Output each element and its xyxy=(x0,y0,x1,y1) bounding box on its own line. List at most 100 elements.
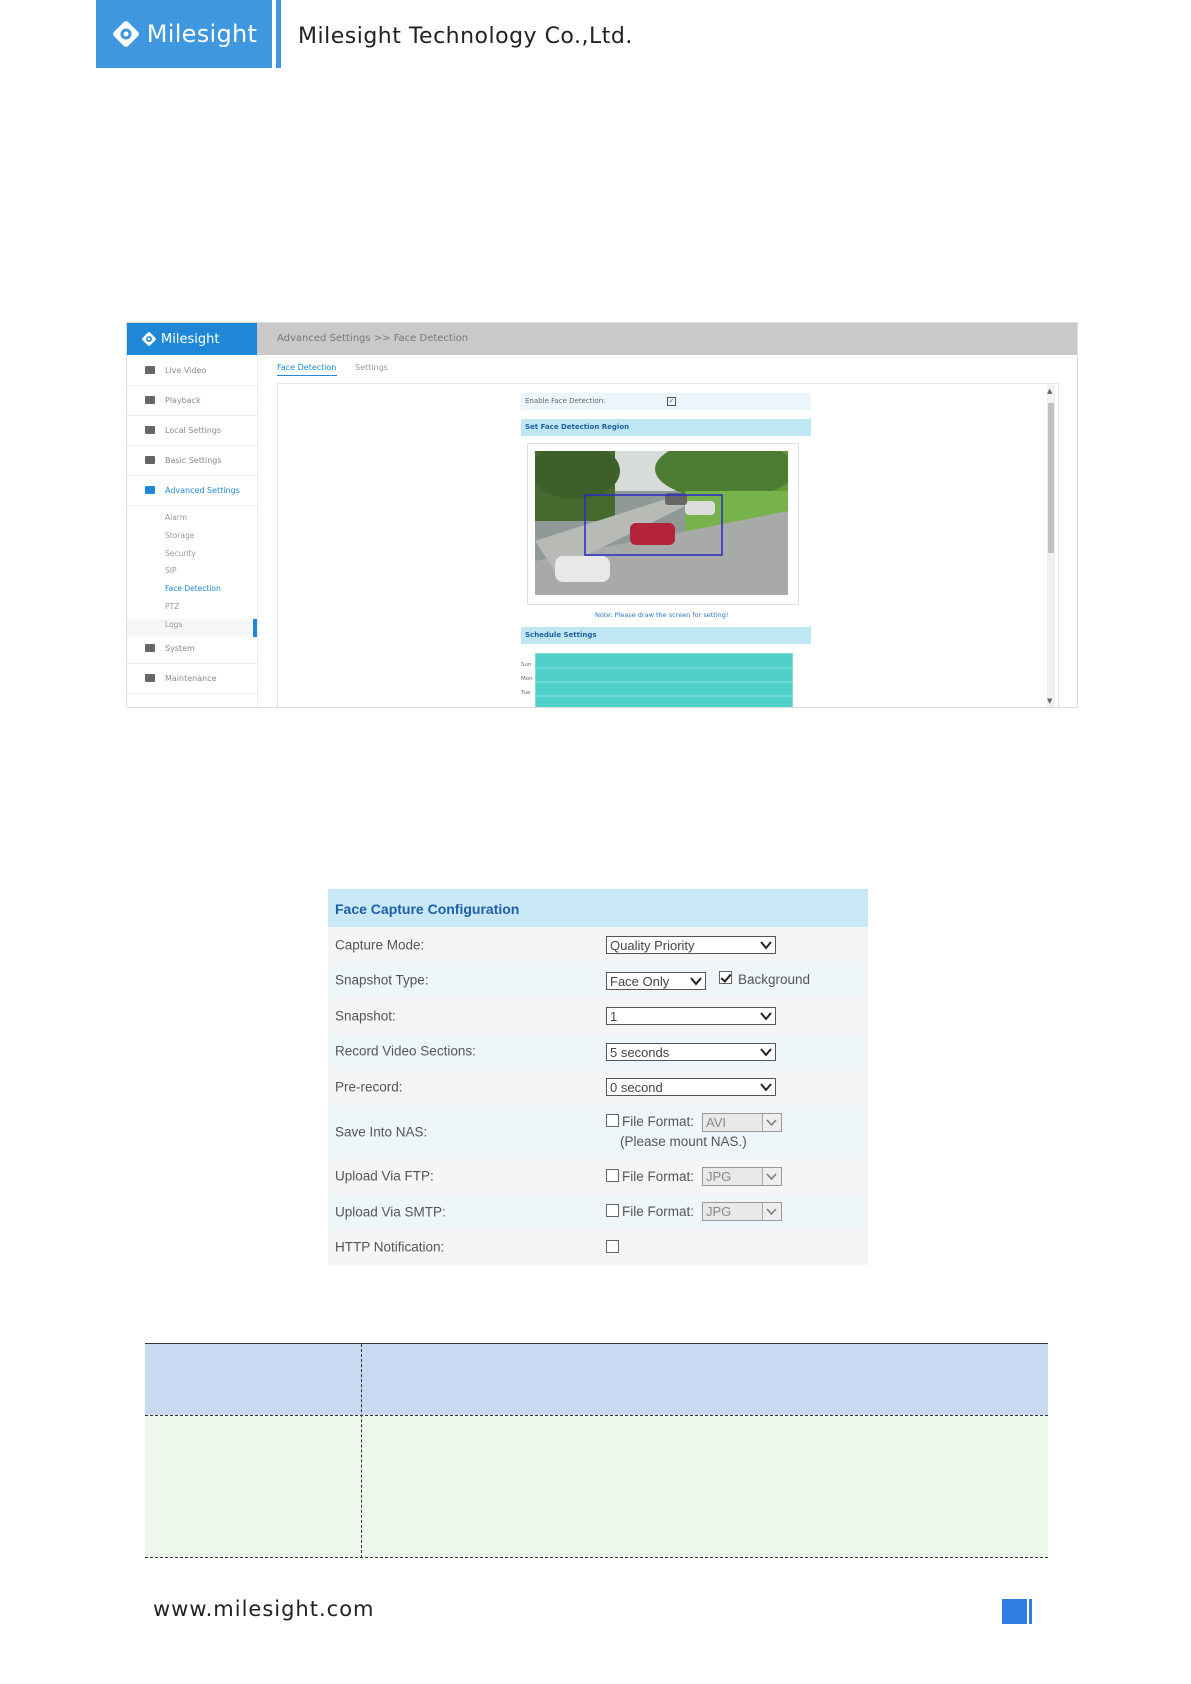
table-header-row xyxy=(145,1343,1048,1416)
parking-lot-scene xyxy=(535,451,788,595)
upload-ftp-format-select[interactable]: JPG xyxy=(702,1166,782,1186)
face-detection-screenshot: Milesight Advanced Settings >> Face Dete… xyxy=(126,322,1078,708)
capture-mode-label: Capture Mode: xyxy=(335,937,425,953)
chevron-down-icon xyxy=(766,1118,777,1126)
capture-mode-row: Capture Mode: Quality Priority xyxy=(328,927,868,963)
sidebar-item-advanced-settings[interactable]: Advanced Settings xyxy=(127,475,257,506)
day-label-tue: Tue xyxy=(521,690,531,696)
save-nas-checkbox[interactable] xyxy=(606,1113,619,1127)
app-logo-text: Milesight xyxy=(161,331,220,347)
sidebar-sub-ptz[interactable]: PTZ xyxy=(165,602,179,611)
save-nas-label: Save Into NAS: xyxy=(335,1124,428,1139)
gear-icon xyxy=(145,456,155,464)
table-bottom-border xyxy=(145,1557,1048,1558)
header-logo: Milesight xyxy=(96,0,272,68)
record-sections-row: Record Video Sections: 5 seconds xyxy=(328,1033,868,1069)
table-body-row xyxy=(145,1415,1048,1558)
header-divider xyxy=(276,0,281,68)
upload-ftp-format-label: File Format: xyxy=(622,1168,695,1184)
sidebar-item-system[interactable]: System xyxy=(127,633,257,664)
chevron-down-icon xyxy=(760,941,772,950)
scroll-up-icon[interactable]: ▲ xyxy=(1047,387,1052,395)
background-checkbox[interactable] xyxy=(719,970,732,984)
save-nas-format-select[interactable]: AVI xyxy=(702,1112,782,1132)
save-nas-hint: (Please mount NAS.) xyxy=(620,1133,747,1149)
sidebar-item-local-settings[interactable]: Local Settings xyxy=(127,415,257,446)
scrollbar-thumb[interactable] xyxy=(1048,403,1054,553)
sidebar-sub-alarm[interactable]: Alarm xyxy=(165,513,187,522)
sidebar-item-playback[interactable]: Playback xyxy=(127,385,257,416)
header-logo-text: Milesight xyxy=(146,20,258,48)
http-notification-row: HTTP Notification: xyxy=(328,1229,868,1265)
table-divider xyxy=(145,1415,1048,1416)
record-sections-label: Record Video Sections: xyxy=(335,1043,476,1059)
schedule-section-header: Schedule Settings xyxy=(521,627,811,644)
enable-face-detection-checkbox[interactable]: ✓ xyxy=(667,397,676,406)
day-label-sun: Sun xyxy=(521,662,532,668)
milesight-logo-icon xyxy=(142,332,156,346)
pre-record-select[interactable]: 0 second xyxy=(606,1078,776,1096)
table-column-divider xyxy=(361,1344,362,1558)
http-notification-checkbox[interactable] xyxy=(606,1239,619,1253)
upload-smtp-format-select[interactable]: JPG xyxy=(702,1202,782,1221)
sidebar-item-basic-settings[interactable]: Basic Settings xyxy=(127,445,257,476)
chevron-down-icon xyxy=(760,1047,772,1057)
chevron-down-icon xyxy=(760,1012,772,1021)
face-capture-configuration: Face Capture Configuration Capture Mode:… xyxy=(328,889,868,1265)
day-label-mon: Mon xyxy=(521,676,533,682)
pre-record-label: Pre-record: xyxy=(335,1079,403,1095)
enable-face-detection-row: Enable Face Detection: ✓ xyxy=(521,393,811,410)
chevron-down-icon xyxy=(760,1083,772,1092)
background-label: Background xyxy=(738,971,811,987)
sidebar-item-live-video[interactable]: Live Video xyxy=(127,355,257,386)
sidebar-sub-face-detection[interactable]: Face Detection xyxy=(165,584,221,593)
snapshot-row: Snapshot: 1 xyxy=(328,998,868,1034)
playback-icon xyxy=(145,396,155,404)
snapshot-type-label: Snapshot Type: xyxy=(335,972,429,988)
sidebar-sub-storage[interactable]: Storage xyxy=(165,531,194,540)
snapshot-select[interactable]: 1 xyxy=(606,1007,776,1025)
upload-smtp-checkbox[interactable] xyxy=(606,1204,619,1217)
draw-note: Note: Please draw the screen for setting… xyxy=(595,611,729,619)
snapshot-type-row: Snapshot Type: Face Only Background xyxy=(328,962,868,998)
sidebar: Live Video Playback Local Settings Basic… xyxy=(127,355,258,707)
sidebar-sub-security[interactable]: Security xyxy=(165,549,196,558)
http-notification-label: HTTP Notification: xyxy=(335,1239,445,1255)
tab-settings[interactable]: Settings xyxy=(355,363,388,372)
enable-face-detection-label: Enable Face Detection: xyxy=(525,397,606,405)
save-nas-format-label: File Format: xyxy=(622,1113,695,1129)
snapshot-label: Snapshot: xyxy=(335,1008,396,1024)
region-section-header: Set Face Detection Region xyxy=(521,419,811,436)
schedule-grid[interactable] xyxy=(535,653,793,707)
chevron-down-icon xyxy=(690,976,702,986)
upload-ftp-row: Upload Via FTP: File Format: JPG xyxy=(328,1158,868,1194)
scroll-down-icon[interactable]: ▼ xyxy=(1047,697,1052,705)
snapshot-type-select[interactable]: Face Only xyxy=(606,971,706,990)
advanced-gear-icon xyxy=(145,486,155,494)
footer-url: www.milesight.com xyxy=(153,1597,375,1621)
monitor-icon xyxy=(145,644,155,652)
breadcrumb: Advanced Settings >> Face Detection xyxy=(277,333,469,344)
record-sections-select[interactable]: 5 seconds xyxy=(606,1042,776,1061)
pre-record-row: Pre-record: 0 second xyxy=(328,1069,868,1105)
app-logo[interactable]: Milesight xyxy=(127,323,257,355)
toolbox-icon xyxy=(145,674,155,682)
page-number-bar xyxy=(1029,1599,1032,1624)
face-capture-title: Face Capture Configuration xyxy=(328,889,868,927)
app-topbar xyxy=(127,323,1077,355)
milesight-logo-icon xyxy=(112,21,139,47)
capture-mode-select[interactable]: Quality Priority xyxy=(606,936,776,954)
chevron-down-icon xyxy=(766,1172,777,1180)
upload-ftp-checkbox[interactable] xyxy=(606,1168,619,1182)
save-nas-row: Save Into NAS: File Format: AVI (Please … xyxy=(328,1104,868,1159)
tab-face-detection[interactable]: Face Detection xyxy=(277,363,337,376)
folder-icon xyxy=(145,426,155,434)
upload-smtp-label: Upload Via SMTP: xyxy=(335,1204,446,1220)
live-video-preview[interactable] xyxy=(535,451,788,595)
sidebar-item-maintenance[interactable]: Maintenance xyxy=(127,663,257,694)
sidebar-sub-sip[interactable]: SIP xyxy=(165,566,177,575)
page-number-box xyxy=(1002,1599,1027,1624)
sidebar-sub-logs[interactable]: Logs xyxy=(165,620,182,629)
chevron-down-icon xyxy=(766,1208,777,1216)
upload-smtp-row: Upload Via SMTP: File Format: JPG xyxy=(328,1194,868,1230)
